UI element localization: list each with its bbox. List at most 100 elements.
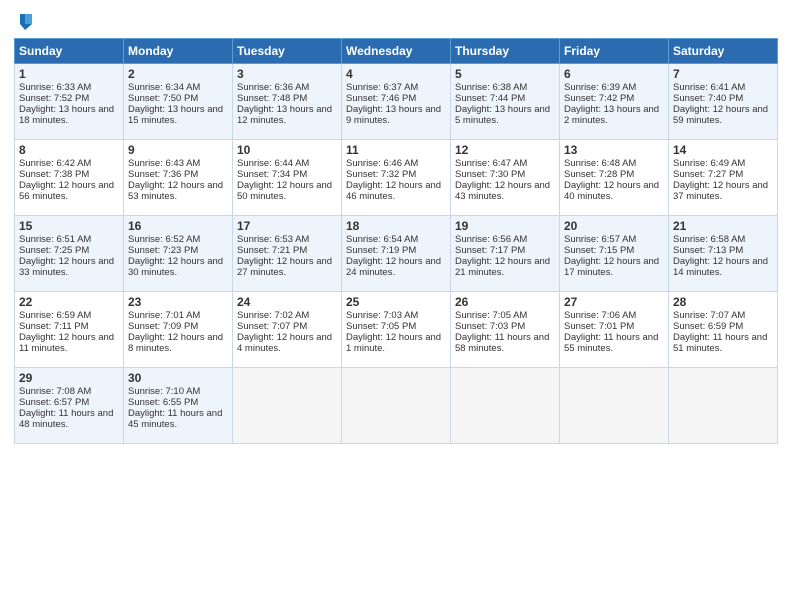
calendar-table: SundayMondayTuesdayWednesdayThursdayFrid…: [14, 38, 778, 444]
daylight-label: Daylight: 12 hours and 50 minutes.: [237, 180, 332, 202]
sunset: Sunset: 7:03 PM: [455, 321, 525, 332]
sunrise: Sunrise: 7:06 AM: [564, 310, 636, 321]
col-header-saturday: Saturday: [669, 39, 778, 64]
day-number: 3: [237, 67, 337, 81]
day-cell: 12Sunrise: 6:47 AMSunset: 7:30 PMDayligh…: [451, 140, 560, 216]
calendar-body: 1Sunrise: 6:33 AMSunset: 7:52 PMDaylight…: [15, 64, 778, 444]
day-cell: 24Sunrise: 7:02 AMSunset: 7:07 PMDayligh…: [233, 292, 342, 368]
sunrise: Sunrise: 6:56 AM: [455, 234, 527, 245]
sunrise: Sunrise: 6:54 AM: [346, 234, 418, 245]
daylight-label: Daylight: 11 hours and 58 minutes.: [455, 332, 549, 354]
sunset: Sunset: 7:46 PM: [346, 93, 416, 104]
day-cell: 14Sunrise: 6:49 AMSunset: 7:27 PMDayligh…: [669, 140, 778, 216]
week-row-2: 8Sunrise: 6:42 AMSunset: 7:38 PMDaylight…: [15, 140, 778, 216]
daylight-label: Daylight: 12 hours and 56 minutes.: [19, 180, 114, 202]
sunrise: Sunrise: 6:39 AM: [564, 82, 636, 93]
col-header-monday: Monday: [124, 39, 233, 64]
day-cell: [342, 368, 451, 444]
week-row-1: 1Sunrise: 6:33 AMSunset: 7:52 PMDaylight…: [15, 64, 778, 140]
sunrise: Sunrise: 7:10 AM: [128, 386, 200, 397]
day-number: 26: [455, 295, 555, 309]
sunset: Sunset: 7:11 PM: [19, 321, 89, 332]
sunset: Sunset: 7:28 PM: [564, 169, 634, 180]
day-number: 2: [128, 67, 228, 81]
sunrise: Sunrise: 7:08 AM: [19, 386, 91, 397]
day-cell: 25Sunrise: 7:03 AMSunset: 7:05 PMDayligh…: [342, 292, 451, 368]
day-number: 15: [19, 219, 119, 233]
sunrise: Sunrise: 6:42 AM: [19, 158, 91, 169]
day-cell: [560, 368, 669, 444]
sunrise: Sunrise: 6:34 AM: [128, 82, 200, 93]
daylight-label: Daylight: 12 hours and 11 minutes.: [19, 332, 114, 354]
daylight-label: Daylight: 12 hours and 37 minutes.: [673, 180, 768, 202]
day-cell: 11Sunrise: 6:46 AMSunset: 7:32 PMDayligh…: [342, 140, 451, 216]
sunset: Sunset: 7:44 PM: [455, 93, 525, 104]
day-cell: 29Sunrise: 7:08 AMSunset: 6:57 PMDayligh…: [15, 368, 124, 444]
sunrise: Sunrise: 6:37 AM: [346, 82, 418, 93]
day-cell: 5Sunrise: 6:38 AMSunset: 7:44 PMDaylight…: [451, 64, 560, 140]
day-cell: 3Sunrise: 6:36 AMSunset: 7:48 PMDaylight…: [233, 64, 342, 140]
sunset: Sunset: 7:42 PM: [564, 93, 634, 104]
sunset: Sunset: 7:36 PM: [128, 169, 198, 180]
sunset: Sunset: 7:17 PM: [455, 245, 525, 256]
day-cell: 23Sunrise: 7:01 AMSunset: 7:09 PMDayligh…: [124, 292, 233, 368]
sunrise: Sunrise: 7:03 AM: [346, 310, 418, 321]
day-number: 20: [564, 219, 664, 233]
daylight-label: Daylight: 11 hours and 48 minutes.: [19, 408, 113, 430]
sunrise: Sunrise: 6:47 AM: [455, 158, 527, 169]
daylight-label: Daylight: 11 hours and 51 minutes.: [673, 332, 767, 354]
sunrise: Sunrise: 6:46 AM: [346, 158, 418, 169]
col-header-friday: Friday: [560, 39, 669, 64]
calendar-header: SundayMondayTuesdayWednesdayThursdayFrid…: [15, 39, 778, 64]
week-row-3: 15Sunrise: 6:51 AMSunset: 7:25 PMDayligh…: [15, 216, 778, 292]
col-header-sunday: Sunday: [15, 39, 124, 64]
daylight-label: Daylight: 12 hours and 46 minutes.: [346, 180, 441, 202]
sunset: Sunset: 7:19 PM: [346, 245, 416, 256]
daylight-label: Daylight: 12 hours and 43 minutes.: [455, 180, 550, 202]
daylight-label: Daylight: 12 hours and 17 minutes.: [564, 256, 659, 278]
sunrise: Sunrise: 6:33 AM: [19, 82, 91, 93]
day-cell: 18Sunrise: 6:54 AMSunset: 7:19 PMDayligh…: [342, 216, 451, 292]
daylight-label: Daylight: 12 hours and 21 minutes.: [455, 256, 550, 278]
day-cell: 16Sunrise: 6:52 AMSunset: 7:23 PMDayligh…: [124, 216, 233, 292]
daylight-label: Daylight: 12 hours and 59 minutes.: [673, 104, 768, 126]
daylight-label: Daylight: 12 hours and 33 minutes.: [19, 256, 114, 278]
day-number: 10: [237, 143, 337, 157]
day-cell: 9Sunrise: 6:43 AMSunset: 7:36 PMDaylight…: [124, 140, 233, 216]
day-cell: 21Sunrise: 6:58 AMSunset: 7:13 PMDayligh…: [669, 216, 778, 292]
sunset: Sunset: 6:59 PM: [673, 321, 743, 332]
day-number: 9: [128, 143, 228, 157]
sunrise: Sunrise: 7:05 AM: [455, 310, 527, 321]
sunrise: Sunrise: 6:57 AM: [564, 234, 636, 245]
day-number: 22: [19, 295, 119, 309]
daylight-label: Daylight: 12 hours and 8 minutes.: [128, 332, 223, 354]
day-cell: 22Sunrise: 6:59 AMSunset: 7:11 PMDayligh…: [15, 292, 124, 368]
col-header-wednesday: Wednesday: [342, 39, 451, 64]
sunset: Sunset: 7:21 PM: [237, 245, 307, 256]
day-number: 14: [673, 143, 773, 157]
day-cell: [451, 368, 560, 444]
day-number: 16: [128, 219, 228, 233]
day-cell: 28Sunrise: 7:07 AMSunset: 6:59 PMDayligh…: [669, 292, 778, 368]
sunset: Sunset: 7:40 PM: [673, 93, 743, 104]
sunset: Sunset: 7:23 PM: [128, 245, 198, 256]
day-number: 11: [346, 143, 446, 157]
day-cell: [669, 368, 778, 444]
sunrise: Sunrise: 6:48 AM: [564, 158, 636, 169]
daylight-label: Daylight: 12 hours and 40 minutes.: [564, 180, 659, 202]
daylight-label: Daylight: 13 hours and 15 minutes.: [128, 104, 223, 126]
daylight-label: Daylight: 12 hours and 4 minutes.: [237, 332, 332, 354]
daylight-label: Daylight: 12 hours and 24 minutes.: [346, 256, 441, 278]
day-cell: 13Sunrise: 6:48 AMSunset: 7:28 PMDayligh…: [560, 140, 669, 216]
day-number: 7: [673, 67, 773, 81]
day-number: 29: [19, 371, 119, 385]
sunset: Sunset: 6:57 PM: [19, 397, 89, 408]
sunrise: Sunrise: 6:52 AM: [128, 234, 200, 245]
day-cell: 4Sunrise: 6:37 AMSunset: 7:46 PMDaylight…: [342, 64, 451, 140]
day-number: 13: [564, 143, 664, 157]
sunrise: Sunrise: 7:07 AM: [673, 310, 745, 321]
day-cell: 27Sunrise: 7:06 AMSunset: 7:01 PMDayligh…: [560, 292, 669, 368]
sunrise: Sunrise: 6:53 AM: [237, 234, 309, 245]
day-cell: 15Sunrise: 6:51 AMSunset: 7:25 PMDayligh…: [15, 216, 124, 292]
daylight-label: Daylight: 13 hours and 5 minutes.: [455, 104, 550, 126]
